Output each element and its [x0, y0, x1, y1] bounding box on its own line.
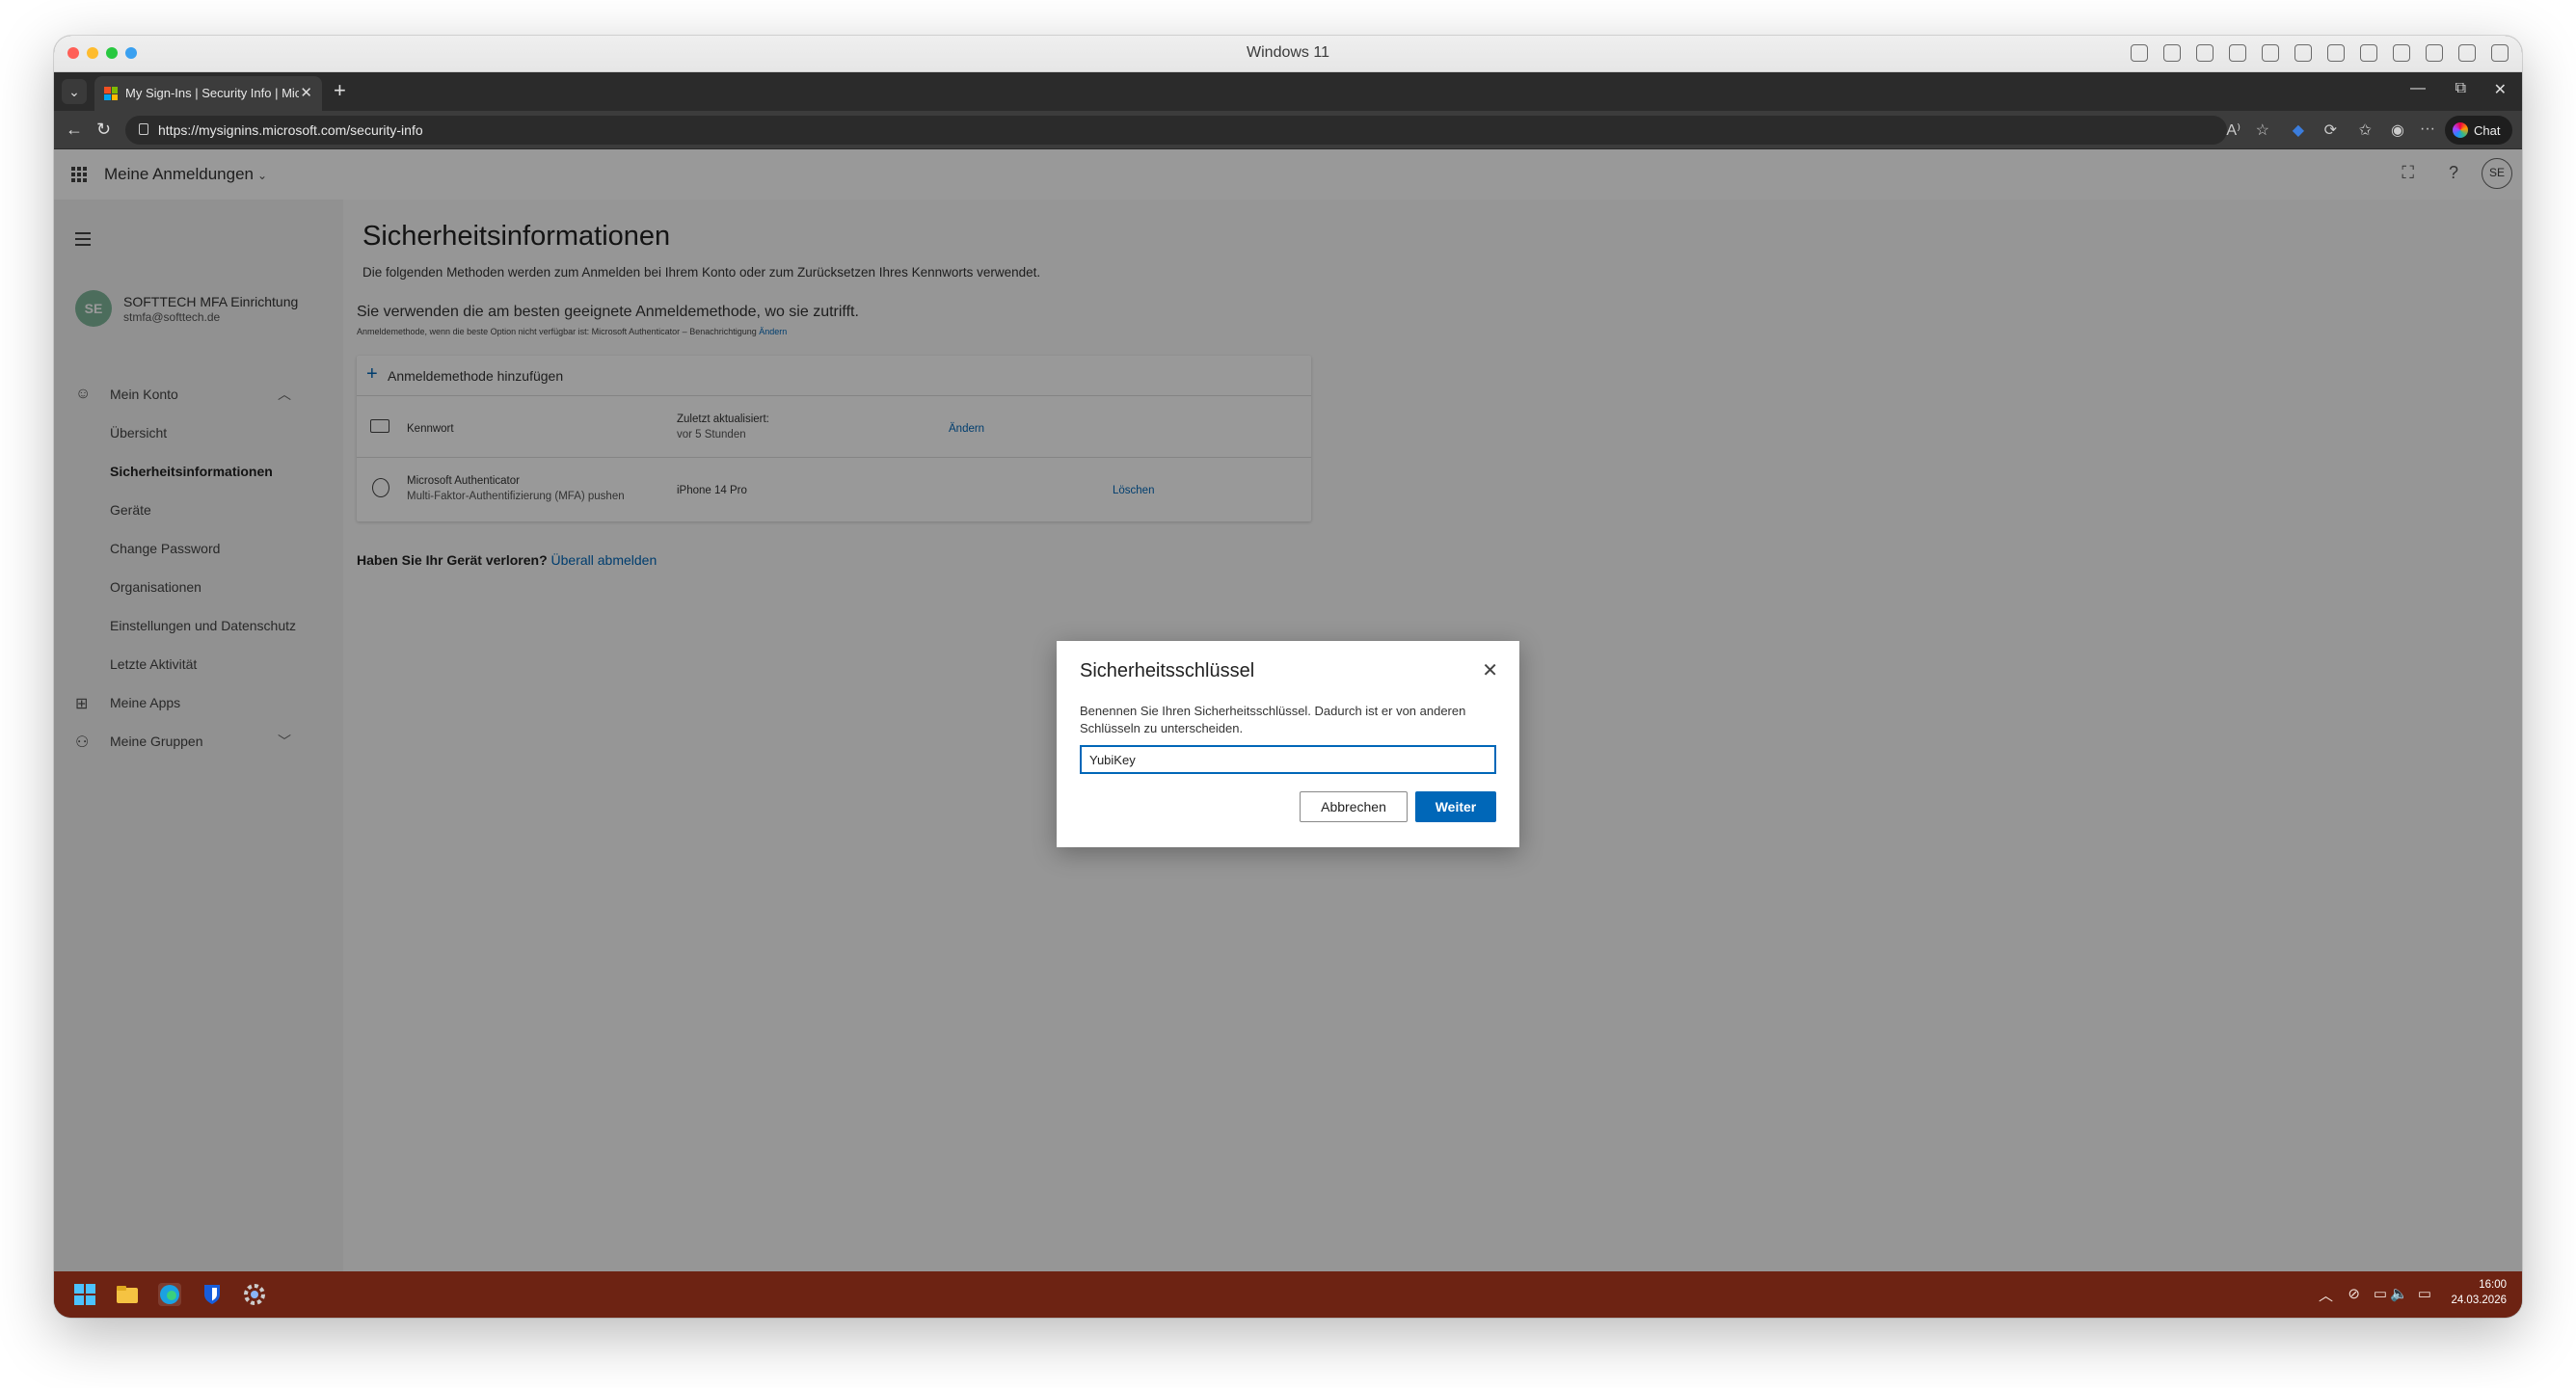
clock-time: 16:00: [2479, 1279, 2507, 1291]
profile-icon[interactable]: ◉: [2391, 120, 2404, 140]
settings-icon[interactable]: [2491, 44, 2509, 62]
battery-icon[interactable]: ▭: [2418, 1285, 2431, 1302]
security-key-name-input[interactable]: [1080, 745, 1496, 774]
new-tab-plus-icon[interactable]: +: [334, 78, 346, 103]
settings-gear-icon[interactable]: [243, 1283, 266, 1306]
file-explorer-icon[interactable]: [116, 1283, 139, 1306]
back-triangle-icon[interactable]: [2458, 44, 2476, 62]
copilot-icon: [2453, 122, 2468, 138]
disk-icon[interactable]: [2163, 44, 2181, 62]
browser-tab-active[interactable]: My Sign-Ins | Security Info | Micro ✕: [94, 76, 322, 111]
bitwarden-extension-icon[interactable]: ◆: [2293, 120, 2304, 140]
windows-start-icon[interactable]: [73, 1283, 96, 1306]
volume-icon[interactable]: 🔈: [2390, 1285, 2408, 1302]
tab-close-icon[interactable]: ✕: [300, 84, 312, 101]
show-hidden-icons-chevron-icon[interactable]: ︿: [2319, 1285, 2333, 1305]
security-key-dialog: Sicherheitsschlüssel ✕ Benennen Sie Ihre…: [1057, 641, 1519, 847]
dialog-description: Benennen Sie Ihren Sicherheitsschlüssel.…: [1080, 704, 1466, 735]
chat-label: Chat: [2474, 123, 2501, 138]
reload-icon[interactable]: ↻: [96, 120, 111, 140]
back-arrow-icon[interactable]: ←: [66, 120, 83, 140]
more-menu-icon[interactable]: ···: [2420, 120, 2435, 138]
url-field[interactable]: https://mysignins.microsoft.com/security…: [125, 116, 2227, 145]
edge-browser-icon[interactable]: [158, 1283, 181, 1306]
camera-icon[interactable]: [2393, 44, 2410, 62]
keyboard-icon[interactable]: [2131, 44, 2148, 62]
vm-toolbar-icons: [2131, 44, 2509, 62]
usb-icon[interactable]: [2196, 44, 2214, 62]
globe-icon[interactable]: [2262, 44, 2279, 62]
microsoft-logo-icon: [104, 87, 118, 100]
clock-date: 24.03.2026: [2451, 1295, 2507, 1306]
network-icon[interactable]: [2229, 44, 2246, 62]
cancel-button[interactable]: Abbrechen: [1300, 791, 1408, 822]
web-page: Meine Anmeldungen ⌄ ⛶ ? SE SE SOFTTECH MF…: [54, 149, 2522, 1271]
tab-actions-chevron-icon[interactable]: ⌄: [62, 79, 87, 104]
extension-icon[interactable]: ⟳: [2324, 120, 2337, 140]
window-frame: Windows 11 ⌄ My Sign-Ins | Security Info…: [54, 36, 2522, 1318]
folder-icon[interactable]: [2426, 44, 2443, 62]
mac-title-bar: Windows 11: [54, 36, 2522, 72]
next-button[interactable]: Weiter: [1415, 791, 1496, 822]
browser-tab-bar: ⌄ My Sign-Ins | Security Info | Micro ✕ …: [54, 72, 2522, 111]
address-bar-row: ← ↻ https://mysignins.microsoft.com/secu…: [54, 111, 2522, 149]
network-off-icon[interactable]: ⊘: [2348, 1285, 2360, 1302]
tab-title: My Sign-Ins | Security Info | Micro: [125, 86, 299, 100]
copilot-chat-button[interactable]: Chat: [2445, 116, 2512, 145]
read-aloud-icon[interactable]: A⁾: [2226, 120, 2241, 140]
close-window-icon[interactable]: ✕: [2494, 80, 2507, 99]
taskbar-clock[interactable]: 16:00 24.03.2026: [2451, 1277, 2507, 1308]
restore-window-icon[interactable]: ⧉: [2455, 80, 2466, 97]
favorites-icon[interactable]: ✩: [2359, 120, 2372, 140]
display-icon[interactable]: ▭: [2374, 1285, 2387, 1302]
url-text: https://mysignins.microsoft.com/security…: [158, 122, 423, 138]
printer-icon[interactable]: [2360, 44, 2377, 62]
close-icon[interactable]: ✕: [1482, 658, 1498, 682]
microphone-icon[interactable]: [2327, 44, 2345, 62]
speaker-icon[interactable]: [2294, 44, 2312, 62]
bitwarden-icon[interactable]: [201, 1283, 224, 1306]
lock-icon: [139, 123, 148, 135]
favorite-star-icon[interactable]: ☆: [2256, 120, 2269, 140]
dialog-title: Sicherheitsschlüssel: [1080, 660, 1255, 681]
windows-taskbar: ︿ ⊘ ▭ 🔈 ▭ 16:00 24.03.2026: [54, 1271, 2522, 1318]
minimize-window-icon[interactable]: —: [2410, 80, 2426, 97]
